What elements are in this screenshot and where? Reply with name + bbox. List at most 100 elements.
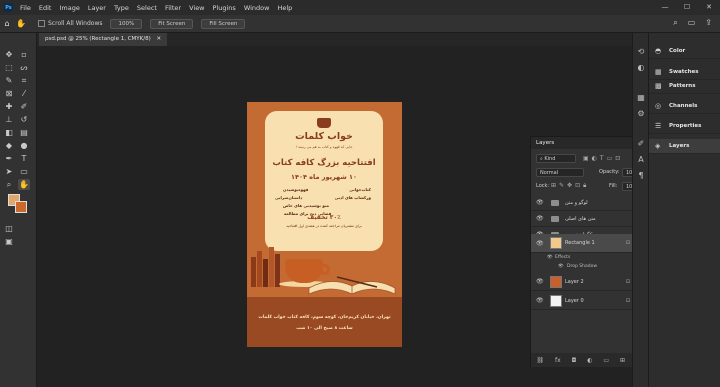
visibility-eye-icon[interactable]: 👁︎ <box>536 195 544 211</box>
pen-tool-icon[interactable]: ✒ <box>3 153 15 164</box>
fill-screen-button[interactable]: Fill Screen <box>201 18 246 29</box>
menu-window[interactable]: Window <box>244 4 270 12</box>
move-tool-icon[interactable]: ✥ <box>3 49 15 60</box>
folder-icon <box>551 216 559 222</box>
tools-panel: ✥ ▫ ⬚ ᔕ ✎ ⌗ ⊠ ⁄ ✚ ✐ ⊥ ↺ ◧ ▤ ◆ ● ✒ T ➤ ▭ … <box>0 33 37 387</box>
screen-mode-icon[interactable]: ▣ <box>3 236 15 247</box>
new-layer-icon[interactable]: ⊞ <box>620 357 625 364</box>
background-color-swatch[interactable] <box>15 201 27 213</box>
drop-shadow-eye-icon[interactable]: 👁︎ <box>558 262 564 272</box>
type-tool-icon[interactable]: T <box>18 153 30 164</box>
hand-tool-icon[interactable]: ✋ <box>18 179 30 190</box>
search-icon[interactable]: ⌕ <box>673 18 677 28</box>
lock-icons[interactable]: ⊞✎✥⊡🔒︎ <box>551 182 589 190</box>
table-illustration <box>247 297 402 347</box>
menu-file[interactable]: File <box>20 4 31 12</box>
quick-mask-icon[interactable]: ◫ <box>3 223 15 234</box>
panel-patterns[interactable]: ▩ Patterns <box>649 79 720 94</box>
blend-mode-select[interactable]: Normal <box>536 168 584 177</box>
poster-feature: داستان‌سرایی <box>275 195 303 200</box>
poster-card: خواب کلمات جایی که قهوه و کتاب به هم می … <box>265 111 383 251</box>
document-tab[interactable]: psd.psd @ 25% (Rectangle 1, CMYK/8) ✕ <box>39 33 168 46</box>
panel-properties[interactable]: ☰ Properties <box>649 119 720 134</box>
menu-bar: Ps File Edit Image Layer Type Select Fil… <box>0 0 720 15</box>
filter-icons[interactable]: ▣◐T▭⊡ <box>583 155 623 162</box>
share-icon[interactable]: ⇪ <box>705 18 712 28</box>
path-select-tool-icon[interactable]: ➤ <box>3 166 15 177</box>
zoom-100-button[interactable]: 100% <box>110 18 143 29</box>
menu-help[interactable]: Help <box>277 4 292 12</box>
paragraph-panel-icon[interactable]: ¶ <box>636 171 646 180</box>
layers-icon: ◈ <box>655 142 661 150</box>
lock-icon: ⊡ <box>625 240 630 246</box>
shape-tool-icon[interactable]: ▭ <box>18 166 30 177</box>
menu-edit[interactable]: Edit <box>39 4 52 12</box>
brush-tool-icon[interactable]: ✐ <box>18 101 30 112</box>
filter-kind-select[interactable]: ⌕ Kind <box>536 154 576 163</box>
zoom-tool-icon[interactable]: ⌕ <box>3 179 15 190</box>
layer-name: Layer 2 <box>565 279 584 285</box>
panel-color[interactable]: ◓ Color <box>649 44 720 59</box>
menu-view[interactable]: View <box>189 4 204 12</box>
menu-type[interactable]: Type <box>114 4 129 12</box>
color-icon: ◓ <box>655 47 662 55</box>
gradient-tool-icon[interactable]: ▤ <box>18 127 30 138</box>
new-group-icon[interactable]: ▭ <box>603 357 609 364</box>
panel-channels[interactable]: ◎ Channels <box>649 99 720 114</box>
right-panel-dock: ◓ Color ▦ Swatches ▩ Patterns ◎ Channels… <box>648 33 720 387</box>
poster-feature: فضایی دنج برای مطالعه <box>284 211 332 216</box>
visibility-eye-icon[interactable]: 👁︎ <box>536 234 544 253</box>
healing-brush-tool-icon[interactable]: ✚ <box>3 101 15 112</box>
photoshop-window: Ps File Edit Image Layer Type Select Fil… <box>0 0 720 387</box>
book-spine <box>269 247 274 287</box>
adjustments-panel-icon[interactable]: ◐ <box>636 63 646 72</box>
quick-select-tool-icon[interactable]: ✎ <box>3 75 15 86</box>
stamp-tool-icon[interactable]: ⊥ <box>3 114 15 125</box>
frame-tool-icon[interactable]: ⊠ <box>3 88 15 99</box>
book-spine <box>263 259 268 287</box>
hand-tool-icon[interactable]: ✋ <box>14 19 28 28</box>
blur-tool-icon[interactable]: ◆ <box>3 140 15 151</box>
home-icon[interactable]: ⌂ <box>0 19 14 28</box>
history-brush-tool-icon[interactable]: ↺ <box>18 114 30 125</box>
close-icon[interactable]: ✕ <box>698 0 720 15</box>
marquee-tool-icon[interactable]: ⬚ <box>3 62 15 73</box>
visibility-eye-icon[interactable]: 👁︎ <box>536 292 544 310</box>
tab-close-icon[interactable]: ✕ <box>157 36 162 42</box>
properties-panel-icon[interactable]: ⚙ <box>636 109 646 118</box>
add-mask-icon[interactable]: ◘ <box>572 357 577 364</box>
menu-filter[interactable]: Filter <box>165 4 181 12</box>
workspace-icon[interactable]: ▭ <box>688 18 696 28</box>
panel-layers[interactable]: ◈ Layers <box>649 139 720 154</box>
book-spine <box>257 251 262 287</box>
adjustment-layer-icon[interactable]: ◐ <box>587 357 592 364</box>
menu-select[interactable]: Select <box>137 4 157 12</box>
history-panel-icon[interactable]: ⟲ <box>636 47 646 56</box>
eyedropper-tool-icon[interactable]: ⁄ <box>18 88 30 99</box>
fit-screen-button[interactable]: Fit Screen <box>150 18 194 29</box>
poster-tagline: جایی که قهوه و کتاب به هم می رسند ! <box>295 145 353 149</box>
visibility-eye-icon[interactable]: 👁︎ <box>536 211 544 227</box>
menu-layer[interactable]: Layer <box>88 4 106 12</box>
libraries-panel-icon[interactable]: ▦ <box>636 93 646 102</box>
book-spine <box>251 257 256 287</box>
panel-swatches[interactable]: ▦ Swatches <box>649 65 720 80</box>
eraser-tool-icon[interactable]: ◧ <box>3 127 15 138</box>
add-style-icon[interactable]: fx <box>555 357 561 364</box>
scroll-all-windows-checkbox[interactable] <box>38 20 45 27</box>
character-panel-icon[interactable]: A <box>636 155 646 164</box>
lasso-tool-icon[interactable]: ᔕ <box>18 62 30 73</box>
brush-panel-icon[interactable]: ✐ <box>636 139 646 148</box>
link-layers-icon[interactable]: ⛓ <box>536 357 544 364</box>
poster-feature: قهوه‌نوشیدن <box>283 187 309 192</box>
collapsed-panels-strip: ⟲ ◐ ▦ ⚙ ✐ A ¶ <box>632 33 648 387</box>
crop-tool-icon[interactable]: ⌗ <box>18 75 30 86</box>
menu-plugins[interactable]: Plugins <box>213 4 236 12</box>
maximize-icon[interactable]: ☐ <box>676 0 698 15</box>
document-canvas[interactable]: خواب کلمات جایی که قهوه و کتاب به هم می … <box>247 102 402 347</box>
artboard-tool-icon[interactable]: ▫ <box>18 49 30 60</box>
menu-image[interactable]: Image <box>59 4 79 12</box>
minimize-icon[interactable]: — <box>654 0 676 15</box>
dodge-tool-icon[interactable]: ● <box>18 140 30 151</box>
visibility-eye-icon[interactable]: 👁︎ <box>536 273 544 291</box>
